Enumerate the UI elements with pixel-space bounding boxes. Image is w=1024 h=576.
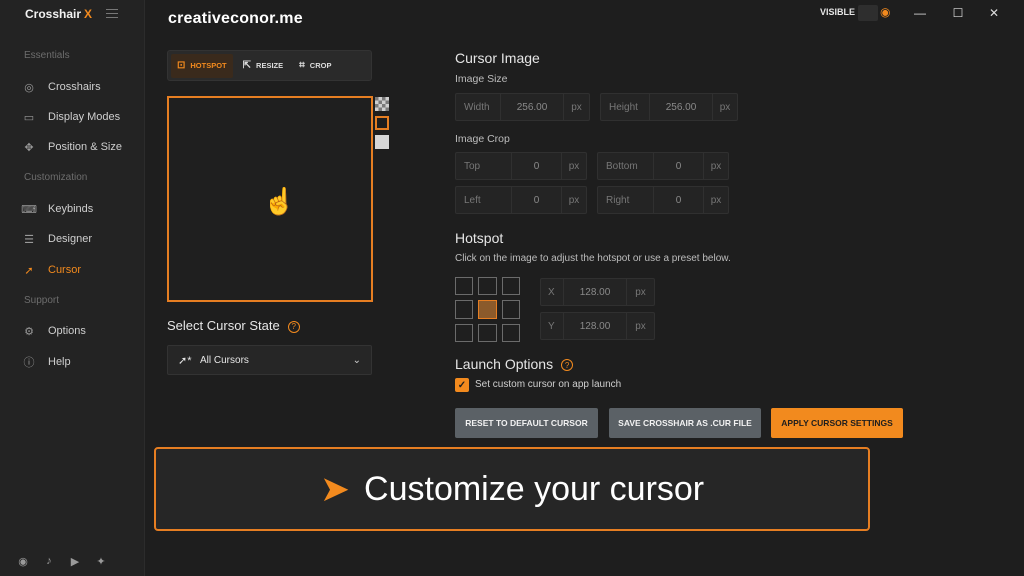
hotspot-preset-top-left[interactable] bbox=[455, 277, 474, 296]
hotspot-preset-bottom-right[interactable] bbox=[501, 323, 520, 342]
hotspot-x-field[interactable]: X 128.00 px bbox=[540, 278, 655, 306]
hotspot-preset-top[interactable] bbox=[478, 277, 497, 296]
discord-icon[interactable]: ◉ bbox=[16, 554, 30, 568]
help-icon[interactable]: ? bbox=[287, 320, 300, 333]
width-field[interactable]: Width 256.00 px bbox=[455, 93, 590, 121]
move-icon: ✥ bbox=[24, 141, 34, 154]
sidebar-item-keybinds[interactable]: ⌨ Keybinds bbox=[21, 199, 93, 219]
cursor-canvas[interactable]: ☝ bbox=[167, 96, 373, 302]
checker-background-swatch[interactable] bbox=[375, 97, 389, 111]
help-icon: ⓘ bbox=[23, 357, 35, 369]
tab-resize[interactable]: ⇱ RESIZE bbox=[237, 54, 289, 78]
cursor-state-heading: Select Cursor State? bbox=[167, 318, 300, 333]
display-icon: ▭ bbox=[23, 111, 35, 124]
cursor-arrow-icon: ➤ bbox=[319, 468, 351, 509]
image-size-label: Image Size bbox=[455, 73, 508, 85]
tiktok-icon[interactable]: ♪ bbox=[42, 554, 56, 568]
dark-background-swatch[interactable] bbox=[375, 116, 389, 130]
launch-checkbox[interactable]: ✓ bbox=[455, 378, 469, 392]
image-crop-label: Image Crop bbox=[455, 133, 510, 145]
hotspot-heading: Hotspot bbox=[455, 230, 504, 246]
height-field[interactable]: Height 256.00 px bbox=[600, 93, 738, 121]
hotspot-preset-bottom[interactable] bbox=[478, 323, 497, 342]
minimize-icon[interactable]: — bbox=[912, 5, 928, 21]
chevron-down-icon: ⌄ bbox=[352, 354, 361, 366]
hotspot-y-field[interactable]: Y 128.00 px bbox=[540, 312, 655, 340]
sidebar: Crosshair X Essentials ◎ Crosshairs ▭ Displ… bbox=[0, 0, 145, 576]
crop-top-field[interactable]: Top 0 px bbox=[455, 152, 587, 180]
launch-checkbox-label: Set custom cursor on app launch bbox=[475, 379, 622, 390]
hotspot-preset-top-right[interactable] bbox=[501, 277, 520, 296]
maximize-icon[interactable]: ☐ bbox=[950, 5, 966, 21]
keyboard-icon: ⌨ bbox=[21, 203, 37, 216]
cursor-state-value: All Cursors bbox=[200, 354, 249, 366]
youtube-icon[interactable]: ▶ bbox=[68, 554, 82, 568]
sidebar-item-position-size[interactable]: ✥ Position & Size bbox=[22, 137, 122, 157]
section-customization: Customization bbox=[24, 172, 88, 183]
resize-icon: ⇱ bbox=[242, 60, 252, 71]
hotspot-preset-bottom-left[interactable] bbox=[455, 323, 474, 342]
crop-left-field[interactable]: Left 0 px bbox=[455, 186, 587, 214]
reset-cursor-button[interactable]: RESET TO DEFAULT CURSOR bbox=[455, 408, 598, 438]
sliders-icon: ☰ bbox=[24, 233, 34, 246]
sidebar-item-cursor[interactable]: ➚ Cursor bbox=[22, 260, 81, 280]
banner-text: Customize your cursor bbox=[364, 469, 705, 508]
cursor-icon: ➚ bbox=[24, 264, 34, 277]
help-icon[interactable]: ? bbox=[561, 359, 574, 372]
hotspot-description: Click on the image to adjust the hotspot… bbox=[455, 253, 731, 264]
sidebar-item-help[interactable]: ⓘ Help bbox=[22, 352, 71, 372]
hotspot-preset-right[interactable] bbox=[501, 300, 520, 319]
crop-right-field[interactable]: Right 0 px bbox=[597, 186, 729, 214]
tool-tabs: ⊡ HOTSPOT ⇱ RESIZE ⌗ CROP bbox=[167, 50, 372, 81]
social-links: ◉ ♪ ▶ ✦ bbox=[16, 554, 108, 568]
sidebar-item-designer[interactable]: ☰ Designer bbox=[22, 229, 92, 249]
menu-icon[interactable] bbox=[106, 9, 118, 18]
crop-icon: ⌗ bbox=[299, 60, 305, 71]
apply-cursor-settings-button[interactable]: APPLY CURSOR SETTINGS bbox=[771, 408, 903, 438]
save-cur-file-button[interactable]: SAVE CROSSHAIR AS .CUR FILE bbox=[609, 408, 761, 438]
sidebar-item-options[interactable]: ⚙ Options bbox=[22, 321, 86, 341]
promo-banner: ➤ Customize your cursor bbox=[154, 447, 870, 531]
gear-icon: ⚙ bbox=[24, 325, 34, 338]
eye-icon[interactable]: ◉ bbox=[880, 5, 890, 19]
tab-crop[interactable]: ⌗ CROP bbox=[293, 54, 337, 78]
visibility-toggle[interactable] bbox=[858, 5, 878, 21]
cursor-preview-icon: ☝ bbox=[263, 186, 296, 216]
crop-bottom-field[interactable]: Bottom 0 px bbox=[597, 152, 729, 180]
watermark: creativeconor.me bbox=[168, 10, 303, 27]
tab-hotspot[interactable]: ⊡ HOTSPOT bbox=[171, 53, 233, 78]
launch-options-heading: Launch Options? bbox=[455, 356, 574, 372]
close-icon[interactable]: ✕ bbox=[986, 5, 1002, 21]
hotspot-preset-grid bbox=[455, 277, 520, 342]
visible-label: VISIBLE bbox=[820, 7, 856, 17]
cursor-state-select[interactable]: ➚* All Cursors ⌄ bbox=[167, 345, 372, 375]
sidebar-item-crosshairs[interactable]: ◎ Crosshairs bbox=[22, 77, 100, 97]
twitter-icon[interactable]: ✦ bbox=[94, 554, 108, 568]
hotspot-icon: ⊡ bbox=[177, 60, 186, 71]
crosshair-icon: ◎ bbox=[24, 81, 34, 94]
light-background-swatch[interactable] bbox=[375, 135, 389, 149]
section-support: Support bbox=[24, 295, 60, 306]
hotspot-preset-center[interactable] bbox=[478, 300, 497, 319]
app-title: Crosshair X bbox=[25, 7, 93, 21]
sidebar-item-display-modes[interactable]: ▭ Display Modes bbox=[22, 107, 120, 127]
section-essentials: Essentials bbox=[24, 50, 70, 61]
cursor-image-heading: Cursor Image bbox=[455, 50, 540, 66]
hotspot-preset-left[interactable] bbox=[455, 300, 474, 319]
all-cursors-icon: ➚* bbox=[178, 354, 192, 367]
